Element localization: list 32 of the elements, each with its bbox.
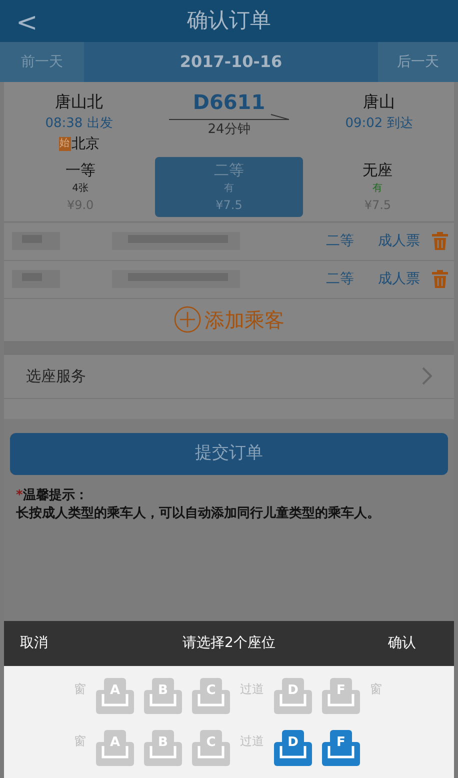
origin-badge: 始 [58,137,70,151]
tips-text: 长按成人类型的乘车人，可以自动添加同行儿童类型的乘车人。 [16,504,381,522]
departure-time: 08:38 出发 [45,115,113,133]
cancel-button[interactable]: 取消 [4,633,84,654]
chevron-right-icon [422,367,432,385]
seat-picker-title: 请选择2个座位 [182,634,276,653]
departure-station: 唐山北 [55,91,103,113]
date-text: 2017-10-16 [178,51,284,73]
submit-order-button[interactable]: 提交订单 [10,432,448,474]
page-title: 确认订单 [187,7,271,34]
delete-icon[interactable] [432,232,448,250]
arrival-station: 唐山 [363,91,395,113]
passenger-seat-class: 二等 [326,232,354,250]
ticket-type: 成人票 [378,232,420,250]
tips-title: *温馨提示： [16,486,89,504]
confirm-button[interactable]: 确认 [374,633,454,654]
add-passenger-button[interactable]: 添加乘客 [4,298,454,340]
blurred-name [12,232,60,250]
next-day-button[interactable]: 后一天 [378,42,458,82]
blurred-name [12,270,60,288]
back-button[interactable]: < [16,4,38,43]
previous-day-button[interactable]: 前一天 [0,42,84,82]
passenger-seat-class: 二等 [326,270,354,288]
duration-text: 24分钟 [208,121,250,139]
seat-service-row[interactable]: 选座服务 [4,354,454,398]
delete-icon[interactable] [432,270,448,288]
plus-circle-icon [174,306,200,333]
train-number: D6611 [192,90,266,114]
origin-station: 北京 [72,134,100,154]
arrival-time: 09:02 到达 [345,115,413,133]
seat-class-option[interactable]: 二等 有 ¥7.5 [154,156,304,216]
ticket-type: 成人票 [378,270,420,288]
